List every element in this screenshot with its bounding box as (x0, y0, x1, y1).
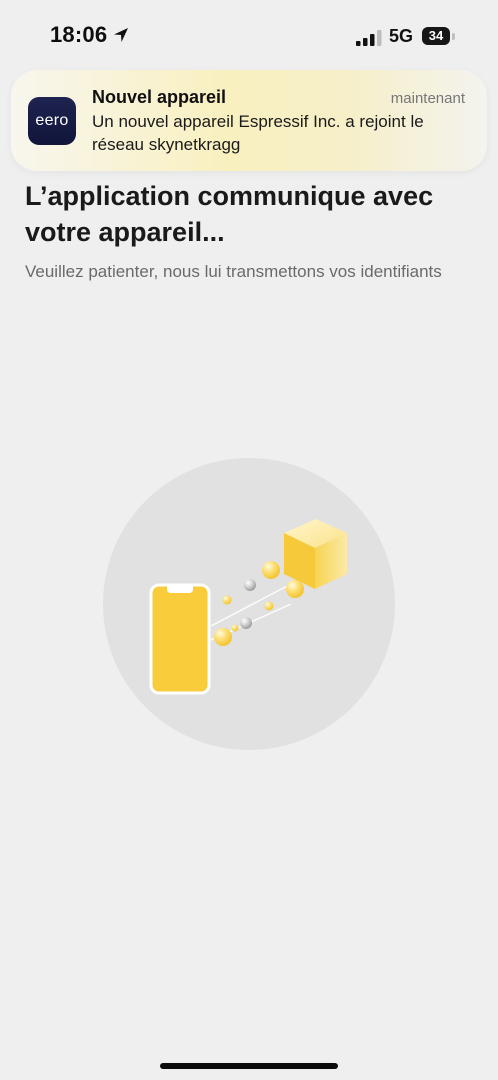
data-particle (231, 624, 239, 632)
notification-body: Un nouvel appareil Espressif Inc. a rejo… (92, 112, 424, 154)
location-arrow-icon (114, 28, 128, 42)
data-particle (222, 595, 232, 605)
battery-level-text: 34 (428, 28, 444, 43)
network-type-label: 5G (389, 26, 414, 46)
data-particle (286, 580, 304, 598)
cube-device-icon (284, 519, 347, 589)
notification-banner[interactable]: eero Nouvel appareil maintenant Un nouve… (11, 70, 487, 171)
notification-title: Nouvel appareil (92, 87, 227, 107)
data-particle (264, 601, 274, 611)
status-time: 18:06 (50, 22, 108, 47)
device-communication-illustration (103, 458, 395, 750)
status-bar: 18:06 5G 34 (0, 0, 498, 70)
eero-app-icon: eero (28, 97, 76, 145)
home-indicator[interactable] (160, 1063, 338, 1069)
page-subtitle: Veuillez patienter, nous lui transmetton… (25, 262, 442, 281)
data-particle (214, 628, 232, 646)
phone-icon (149, 583, 211, 695)
page-title: L’application communique avec votre appa… (25, 181, 434, 247)
notification-time: maintenant (390, 90, 465, 107)
battery-icon: 34 (422, 27, 455, 47)
cellular-signal-icon (356, 30, 382, 46)
data-particle (244, 579, 256, 591)
illustration-graphic (149, 519, 347, 695)
data-particle (262, 561, 280, 579)
data-particle (240, 617, 252, 629)
